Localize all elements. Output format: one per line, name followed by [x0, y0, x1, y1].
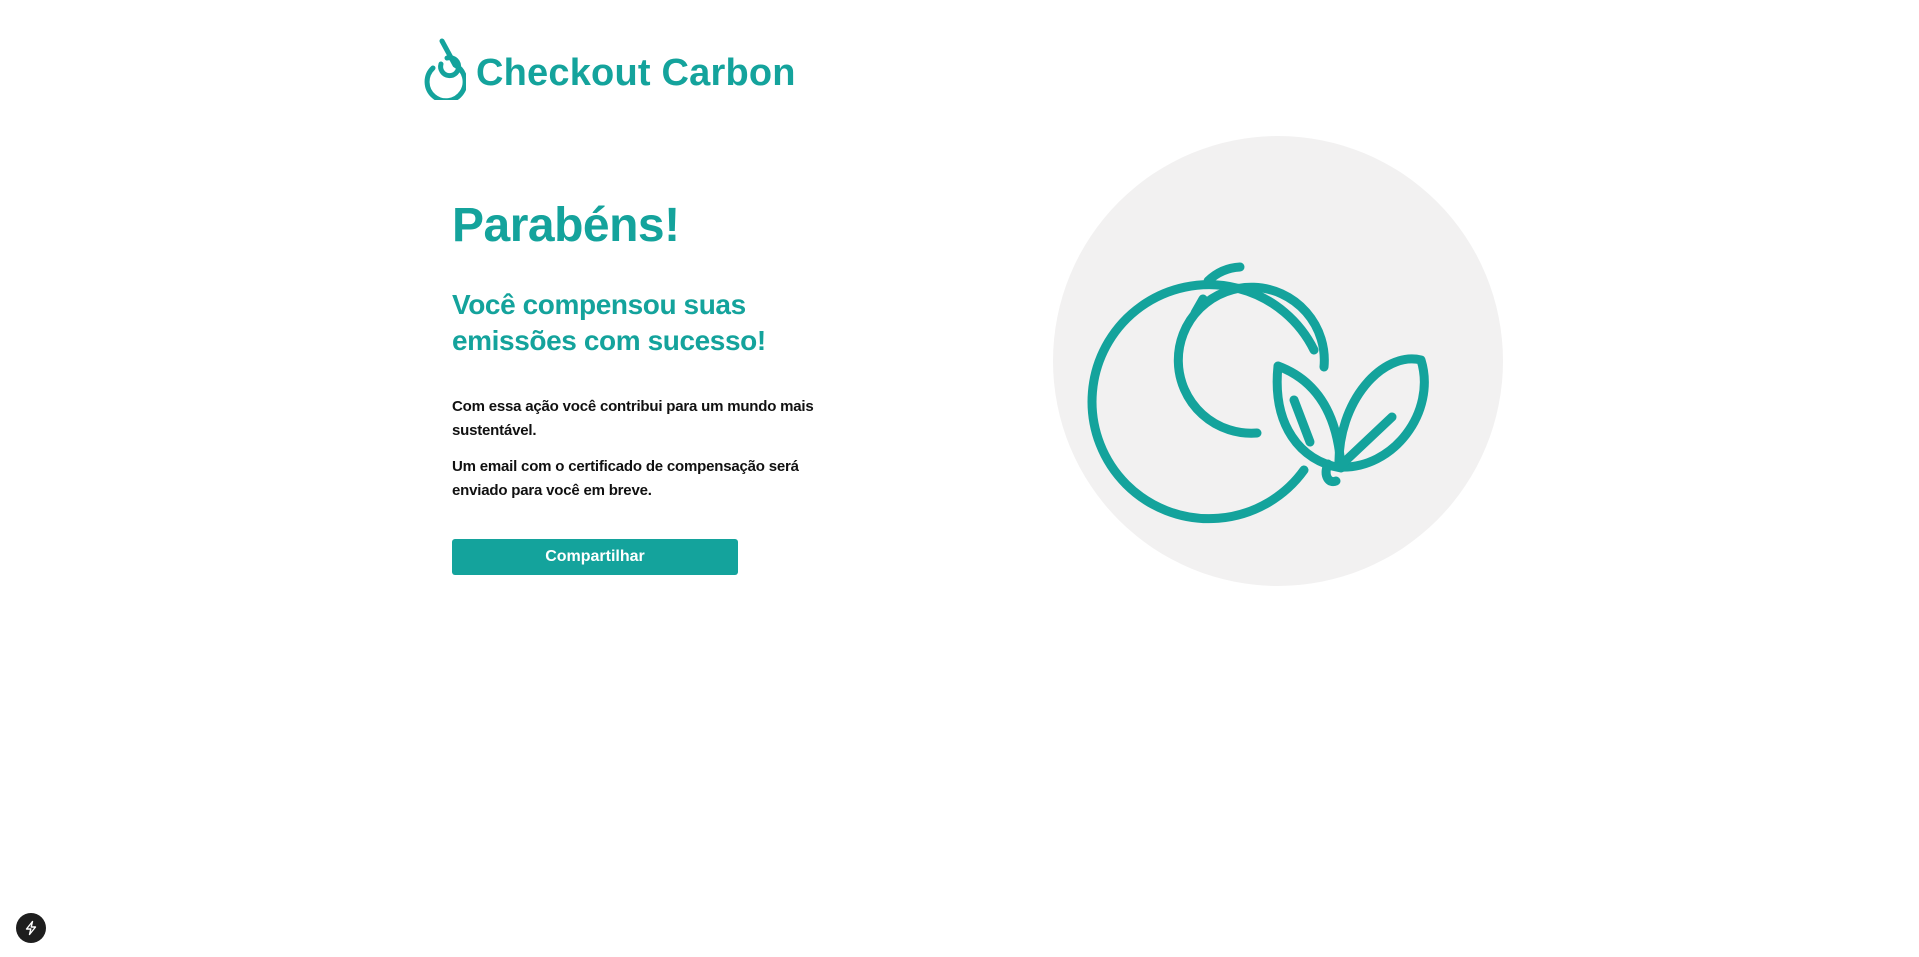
dev-tools-badge[interactable] — [16, 913, 46, 943]
success-content: Parabéns! Você compensou suas emissões c… — [452, 199, 852, 575]
share-button[interactable]: Compartilhar — [452, 538, 738, 575]
page-title: Parabéns! — [452, 199, 680, 252]
lightning-bolt-icon — [25, 920, 37, 936]
planet-leaves-icon — [1087, 262, 1429, 524]
illustration-circle — [1053, 136, 1503, 586]
contribution-text: Com essa ação você contribui para um mun… — [452, 397, 814, 439]
success-subtitle: Você compensou suas emissões com sucesso… — [452, 288, 766, 356]
brand-logo[interactable]: Checkout Carbon — [420, 38, 796, 100]
certificate-text: Um email com o certificado de compensaçã… — [452, 457, 799, 499]
page: Checkout Carbon Parabéns! Você compensou… — [0, 0, 1919, 957]
brand-name: Checkout Carbon — [476, 52, 796, 94]
drop-icon — [424, 38, 466, 100]
